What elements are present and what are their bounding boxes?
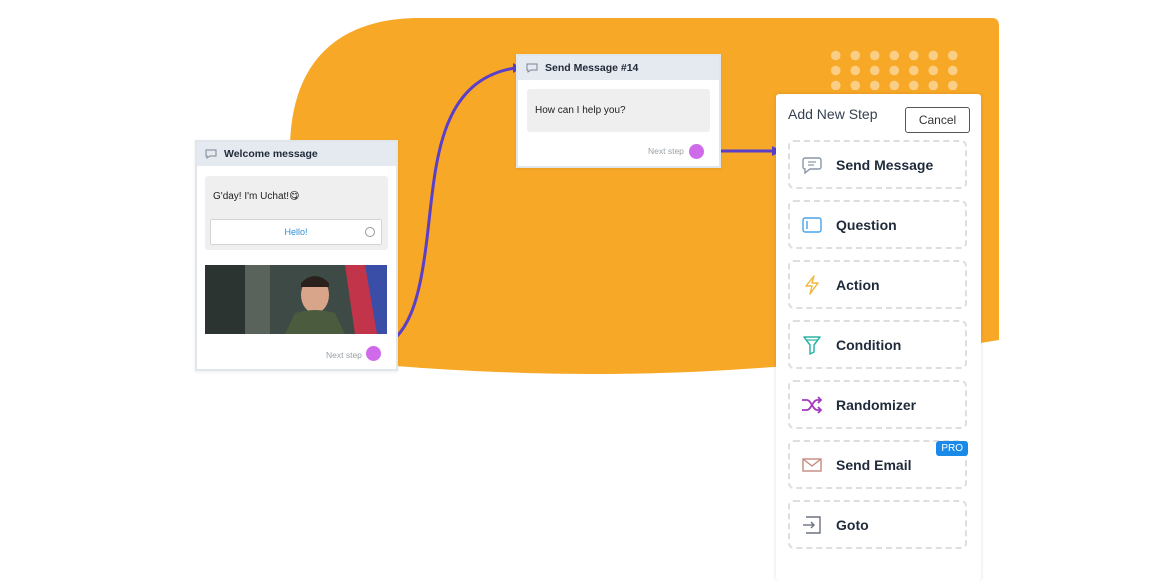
message-bubble[interactable]: G'day! I'm Uchat!😋 Hello! (205, 176, 388, 250)
next-step-label: Next step (648, 146, 684, 156)
step-goto[interactable]: Goto (788, 500, 967, 549)
hello-button[interactable]: Hello! (210, 219, 382, 245)
step-label: Send Email (836, 456, 912, 473)
shuffle-icon (801, 394, 823, 416)
step-label: Send Message (836, 156, 934, 173)
step-label: Randomizer (836, 396, 917, 413)
node-header: Send Message #14 (518, 56, 719, 80)
step-label: Question (836, 216, 897, 233)
step-label: Action (836, 276, 880, 293)
pro-badge: PRO (936, 441, 968, 456)
gif-image (205, 265, 387, 334)
button-label: Hello! (284, 227, 308, 237)
step-randomizer[interactable]: Randomizer (788, 380, 967, 429)
envelope-icon (801, 454, 823, 476)
message-text: G'day! I'm Uchat!😋 (213, 191, 300, 202)
cancel-button[interactable]: Cancel (905, 107, 970, 133)
step-question[interactable]: Question (788, 200, 967, 249)
arrow-into-box-icon (801, 514, 823, 536)
step-label: Condition (836, 336, 902, 353)
chat-bubble-icon (526, 63, 538, 73)
lightning-icon (801, 274, 823, 296)
filter-icon (801, 334, 823, 356)
next-step-label: Next step (326, 350, 362, 360)
button-port-icon (365, 227, 375, 237)
add-step-panel: Add New Step Cancel Send Message Questio… (776, 94, 981, 581)
node-title: Welcome message (224, 148, 318, 160)
next-step-port[interactable] (366, 346, 381, 361)
step-send-message[interactable]: Send Message (788, 140, 967, 189)
chat-bubble-icon (801, 154, 823, 176)
step-condition[interactable]: Condition (788, 320, 967, 369)
panel-title: Add New Step (788, 106, 878, 122)
node-header: Welcome message (197, 142, 396, 166)
send-message-node[interactable]: Send Message #14 How can I help you? Nex… (516, 54, 721, 168)
chat-bubble-icon (205, 149, 217, 159)
next-step-port[interactable] (689, 144, 704, 159)
dot-pattern (826, 48, 958, 90)
node-title: Send Message #14 (545, 62, 639, 74)
message-bubble[interactable]: How can I help you? (527, 89, 710, 132)
input-box-icon (801, 214, 823, 236)
welcome-message-node[interactable]: Welcome message G'day! I'm Uchat!😋 Hello… (195, 140, 398, 371)
step-send-email[interactable]: Send Email PRO (788, 440, 968, 489)
step-action[interactable]: Action (788, 260, 967, 309)
message-text: How can I help you? (535, 105, 626, 116)
step-label: Goto (836, 516, 869, 533)
